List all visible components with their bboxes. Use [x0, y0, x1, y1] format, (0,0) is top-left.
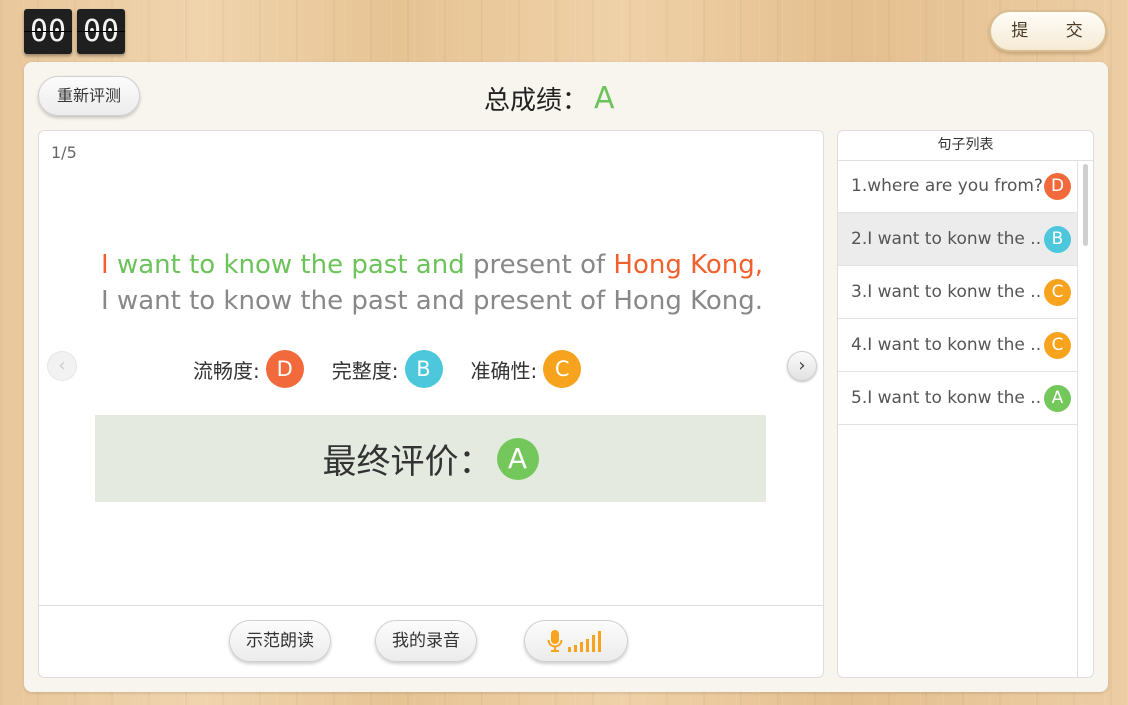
sentence-segment: want to know the past and	[116, 250, 473, 280]
timer: 00 00	[24, 9, 125, 54]
microphone-icon	[547, 630, 563, 652]
sentence-card: 1/5 I want to know the past and present …	[38, 130, 824, 678]
sentence-list-items: 1.where are you from? D 2.I want to konw…	[838, 160, 1077, 425]
divider	[1077, 160, 1078, 677]
list-item-text: 5.I want to konw the ...	[851, 388, 1043, 408]
scrollbar[interactable]	[1083, 164, 1088, 246]
list-item-text: 2.I want to konw the ...	[851, 229, 1043, 249]
metric-label: 完整度:	[331, 358, 399, 383]
metrics-row: 流畅度: D 完整度: B 准确性: C	[193, 350, 609, 388]
grade-badge: A	[1044, 384, 1071, 412]
list-item[interactable]: 4.I want to konw the ... C	[838, 319, 1077, 372]
total-score-grade: A	[594, 80, 615, 116]
timer-minutes: 00	[24, 9, 72, 54]
total-score-label: 总成绩：	[484, 85, 589, 116]
sentence-list: 句子列表 1.where are you from? D 2.I want to…	[837, 130, 1094, 678]
sentence-segment: Hong Kong,	[613, 250, 764, 280]
list-item-text: 4.I want to konw the ...	[851, 335, 1043, 355]
chevron-right-icon[interactable]: ›	[787, 351, 817, 381]
grade-badge: B	[1044, 225, 1071, 253]
reference-sentence: I want to know the past and present of H…	[101, 286, 763, 316]
list-item[interactable]: 2.I want to konw the ... B	[838, 213, 1077, 266]
metric-label: 流畅度:	[193, 358, 260, 383]
final-evaluation: 最终评价： A	[95, 415, 766, 502]
demo-read-button[interactable]: 示范朗读	[229, 620, 331, 662]
metric-accuracy: 准确性: C	[471, 350, 582, 388]
chevron-left-icon[interactable]: ‹	[47, 351, 77, 381]
signal-bars-icon	[568, 631, 601, 652]
grade-badge: C	[1044, 331, 1071, 359]
metric-completeness: 完整度: B	[332, 350, 443, 388]
grade-badge: D	[1044, 172, 1071, 200]
record-button[interactable]	[524, 620, 628, 662]
divider	[39, 605, 823, 606]
timer-seconds: 00	[77, 9, 125, 54]
sentence-counter: 1/5	[51, 143, 77, 162]
list-item[interactable]: 1.where are you from? D	[838, 160, 1077, 213]
sentence-segment: present of	[472, 250, 614, 280]
grade-badge: C	[543, 350, 582, 388]
total-score: 总成绩： A	[484, 78, 615, 118]
submit-button[interactable]: 提 交	[989, 10, 1107, 52]
my-recording-button[interactable]: 我的录音	[375, 620, 477, 662]
final-evaluation-label: 最终评价：	[322, 442, 493, 482]
list-item-text: 3.I want to konw the ...	[851, 282, 1043, 302]
grade-badge: B	[404, 350, 443, 388]
sentence-block: I want to know the past and present of H…	[101, 247, 781, 319]
list-item[interactable]: 3.I want to konw the ... C	[838, 266, 1077, 319]
metric-label: 准确性:	[470, 358, 538, 383]
list-item[interactable]: 5.I want to konw the ... A	[838, 372, 1077, 425]
list-item-text: 1.where are you from?	[851, 176, 1043, 196]
sentence-list-title: 句子列表	[838, 131, 1093, 161]
sentence-segment: I	[101, 250, 117, 280]
metric-fluency: 流畅度: D	[193, 350, 304, 388]
retest-button[interactable]: 重新评测	[38, 76, 140, 116]
grade-badge: A	[496, 437, 539, 480]
grade-badge: D	[265, 350, 304, 388]
student-sentence: I want to know the past and present of H…	[101, 247, 781, 283]
grade-badge: C	[1044, 278, 1071, 306]
